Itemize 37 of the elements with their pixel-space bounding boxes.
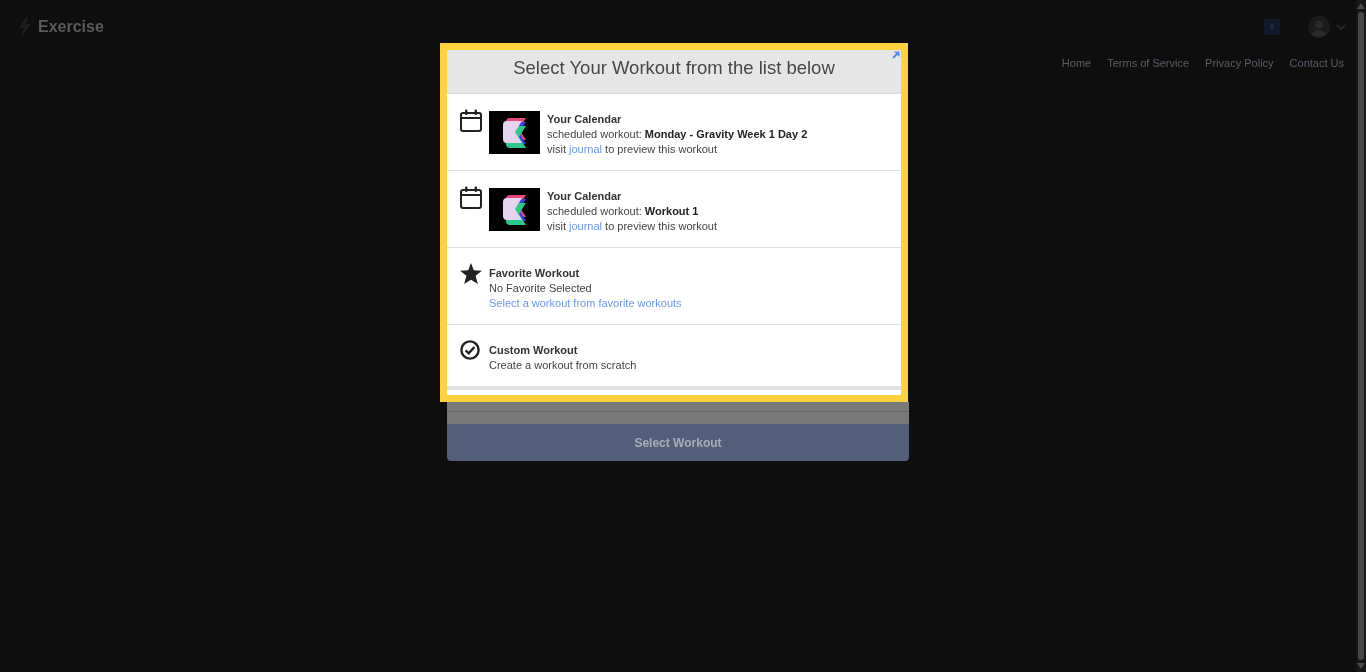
scheduled-workout-text: scheduled workout: Workout 1 (547, 204, 700, 219)
scheduled-workout-text: scheduled workout: Monday - Gravity Week 1 Day 2 (547, 127, 808, 142)
nav-link[interactable]: Home (1061, 56, 1092, 70)
scroll-up-arrow-icon[interactable] (1357, 3, 1365, 9)
chevron-logo-icon (489, 188, 540, 231)
calendar-icon (460, 186, 482, 209)
select-workout-button[interactable]: Select Workout (447, 424, 909, 461)
option-title: Custom Workout (489, 343, 579, 358)
preview-note: visit journal to preview this workout (547, 219, 717, 234)
scroll-down-arrow-icon[interactable] (1357, 663, 1365, 669)
journal-link[interactable]: journal (569, 220, 603, 232)
tile-icon[interactable] (1264, 19, 1280, 35)
workout-option[interactable]: Favorite Workout No Favorite Selected Select a workout from favorite workouts (447, 248, 901, 325)
journal-link[interactable]: journal (569, 143, 603, 155)
calendar-icon (460, 109, 482, 132)
option-title: Favorite Workout (489, 266, 581, 281)
bolt-icon (18, 17, 32, 37)
option-description: Create a workout from scratch (489, 358, 637, 373)
nav-link[interactable]: Terms of Service (1107, 56, 1190, 70)
workout-option[interactable]: Your Calendar scheduled workout: Monday - Gravity Week 1 Day 2 visit journal to preview this workout (447, 94, 901, 171)
star-icon (460, 263, 482, 284)
option-title: Your Calendar (547, 112, 623, 127)
favorite-workouts-link[interactable]: Select a workout from favorite workouts (489, 296, 682, 311)
nav-link[interactable]: Contact Us (1289, 56, 1344, 70)
option-title: Your Calendar (547, 189, 623, 204)
brand-name: Exercise (38, 18, 104, 36)
avatar-icon[interactable] (1308, 16, 1330, 38)
nav-link[interactable]: Privacy Policy (1205, 56, 1274, 70)
chevron-logo-icon (489, 111, 540, 154)
option-description: No Favorite Selected (489, 281, 593, 296)
chevron-down-icon[interactable] (1336, 24, 1346, 30)
scrollbar-thumb[interactable] (1358, 12, 1364, 660)
arrow-icon (892, 51, 900, 59)
workout-option[interactable]: Your Calendar scheduled workout: Workout 1 visit journal to preview this workout (447, 171, 901, 248)
dialog-title: Select Your Workout from the list below (513, 57, 835, 79)
check-circle-icon (460, 340, 480, 360)
preview-note: visit journal to preview this workout (547, 142, 718, 157)
